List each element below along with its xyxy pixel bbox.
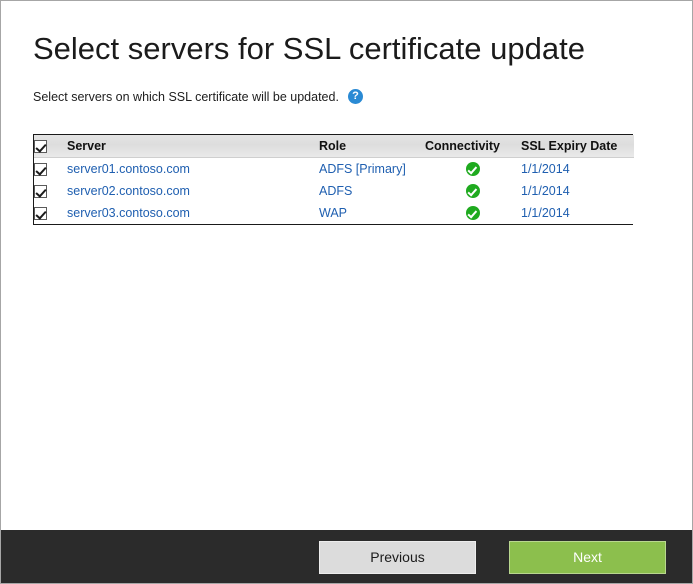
table-header-row: Server Role Connectivity SSL Expiry Date bbox=[34, 135, 634, 158]
cell-server-name[interactable]: server01.contoso.com bbox=[67, 157, 319, 180]
cell-connectivity bbox=[425, 202, 521, 224]
connectivity-ok-icon bbox=[466, 162, 480, 177]
cell-role[interactable]: ADFS [Primary] bbox=[319, 157, 425, 180]
row-select-cell bbox=[34, 180, 67, 202]
connectivity-ok-icon bbox=[466, 206, 480, 221]
cell-connectivity bbox=[425, 180, 521, 202]
row-select-cell bbox=[34, 202, 67, 224]
next-button[interactable]: Next bbox=[509, 541, 666, 574]
column-header-connectivity[interactable]: Connectivity bbox=[425, 135, 521, 158]
table-header: Server Role Connectivity SSL Expiry Date bbox=[34, 135, 634, 158]
cell-role[interactable]: WAP bbox=[319, 202, 425, 224]
cell-role[interactable]: ADFS bbox=[319, 180, 425, 202]
servers-table-container: Server Role Connectivity SSL Expiry Date… bbox=[33, 134, 634, 225]
cell-server-name[interactable]: server03.contoso.com bbox=[67, 202, 319, 224]
cell-server-name[interactable]: server02.contoso.com bbox=[67, 180, 319, 202]
row-checkbox[interactable] bbox=[34, 185, 47, 199]
cell-ssl-expiry-date: 1/1/2014 bbox=[521, 202, 634, 224]
row-select-cell bbox=[34, 157, 67, 180]
wizard-window: Select servers for SSL certificate updat… bbox=[0, 0, 693, 584]
table-row[interactable]: server01.contoso.com ADFS [Primary] 1/1/… bbox=[34, 157, 634, 180]
help-icon[interactable]: ? bbox=[347, 89, 363, 104]
row-checkbox[interactable] bbox=[34, 207, 47, 221]
cell-ssl-expiry-date: 1/1/2014 bbox=[521, 157, 634, 180]
table-row[interactable]: server03.contoso.com WAP 1/1/2014 bbox=[34, 202, 634, 224]
column-header-server[interactable]: Server bbox=[67, 135, 319, 158]
subtitle-row: Select servers on which SSL certificate … bbox=[33, 89, 363, 104]
footer-bar: Previous Next bbox=[1, 530, 692, 583]
servers-table: Server Role Connectivity SSL Expiry Date… bbox=[34, 135, 634, 224]
column-header-role[interactable]: Role bbox=[319, 135, 425, 158]
column-header-ssl-expiry-date[interactable]: SSL Expiry Date bbox=[521, 135, 634, 158]
page-subtitle: Select servers on which SSL certificate … bbox=[33, 89, 339, 104]
select-all-checkbox[interactable] bbox=[34, 140, 47, 154]
cell-connectivity bbox=[425, 157, 521, 180]
column-header-select-all bbox=[34, 135, 67, 158]
table-row[interactable]: server02.contoso.com ADFS 1/1/2014 bbox=[34, 180, 634, 202]
connectivity-ok-icon bbox=[466, 184, 480, 199]
page-title: Select servers for SSL certificate updat… bbox=[33, 31, 585, 66]
content-area: Select servers for SSL certificate updat… bbox=[1, 1, 692, 529]
table-body: server01.contoso.com ADFS [Primary] 1/1/… bbox=[34, 157, 634, 224]
row-checkbox[interactable] bbox=[34, 163, 47, 177]
cell-ssl-expiry-date: 1/1/2014 bbox=[521, 180, 634, 202]
previous-button[interactable]: Previous bbox=[319, 541, 476, 574]
